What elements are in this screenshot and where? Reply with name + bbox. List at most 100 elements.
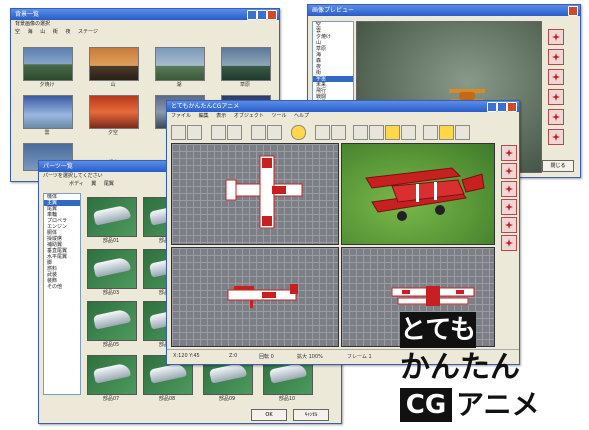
status-coords: X:120 Y:45 [173,353,200,359]
bg-thumb-1[interactable] [23,47,73,81]
bg-thumb-5[interactable] [23,95,73,129]
bg-thumb-6[interactable] [89,95,139,129]
menu-view[interactable]: 表示 [216,113,226,119]
bg-thumb-label-5: 雲 [44,130,50,136]
part-item-label: 部品07 [102,396,120,402]
rotate-down-icon[interactable] [548,49,564,65]
part-item[interactable] [87,355,137,395]
logo-line1-block: とても [400,312,476,348]
close-dialog-button[interactable]: 閉じる [542,160,574,172]
plane-side-view [227,284,298,308]
title-bar[interactable]: 画像プレビュー [308,5,580,16]
rotate-up-icon[interactable] [548,29,564,45]
rotate-right-icon[interactable] [548,89,564,105]
menu-file[interactable]: ファイル [171,113,191,119]
bg-thumb-label-3: 湖 [176,82,182,88]
subtitle: 背景画像の選択 [15,21,51,27]
logo-line2: かんたん [400,350,520,385]
minimize-button[interactable] [247,10,257,20]
status-zoom: 拡大 100% [297,354,323,360]
window-title: 背景一覧 [15,11,40,18]
zoom-out-icon[interactable] [548,129,564,145]
redo-icon[interactable] [227,125,242,140]
open-icon[interactable] [171,125,186,140]
tab-strip: 空 海 山 街 夜 ステージ [11,28,279,36]
tree-item[interactable]: その他 [44,284,80,290]
window-title: 画像プレビュー [312,7,355,14]
light-icon[interactable] [331,125,346,140]
viewport-perspective[interactable] [341,143,495,245]
view-side-icon[interactable] [501,181,517,197]
bg-thumb-label-6: 夕空 [107,130,118,136]
bg-thumb-4[interactable] [221,47,271,81]
rotate-left-icon[interactable] [548,69,564,85]
product-logo: とても かんたん CG アニメ [392,312,582,424]
window-title: とてもかんたんCGアニメ [171,103,240,110]
maximize-button[interactable] [497,102,507,112]
tab-city[interactable]: 街 [53,29,58,35]
title-bar[interactable]: 背景一覧 [11,9,279,20]
add-object-icon[interactable] [291,125,306,140]
bg-thumb-3[interactable] [155,47,205,81]
render-icon[interactable] [423,125,438,140]
tab-night[interactable]: 夜 [65,29,70,35]
bg-thumb-label-1: 夕焼け [39,82,55,88]
view-pan-icon[interactable] [501,235,517,251]
bg-thumb-2[interactable] [89,47,139,81]
plane-top-view [225,155,303,229]
maximize-button[interactable] [257,10,267,20]
tab-body[interactable]: ボディ [69,181,84,187]
minimize-button[interactable] [487,102,497,112]
tab-tail[interactable]: 尾翼 [104,181,114,187]
part-item-label: 部品10 [278,396,296,402]
tab-wing[interactable]: 翼 [91,181,96,187]
view-zoom-icon[interactable] [501,217,517,233]
part-item[interactable] [87,249,137,289]
tab-sky[interactable]: 空 [15,29,20,35]
view-rotate-icon[interactable] [501,199,517,215]
view-front-icon[interactable] [501,163,517,179]
menu-help[interactable]: ヘルプ [294,113,309,119]
logo-cg: CG [405,390,447,420]
menu-object[interactable]: オブジェクト [234,113,264,119]
close-button[interactable] [568,6,578,16]
ok-button[interactable]: OK [251,409,287,421]
part-item-label: 部品05 [102,342,120,348]
close-button[interactable] [507,102,517,112]
animation-icon[interactable] [455,125,470,140]
select-icon[interactable] [353,125,368,140]
save-icon[interactable] [187,125,202,140]
bg-thumb-label-4: 草原 [239,82,250,88]
viewport-top[interactable] [171,143,339,245]
tab-mountain[interactable]: 山 [40,29,45,35]
viewport-side[interactable] [171,247,339,347]
undo-icon[interactable] [211,125,226,140]
cancel-button[interactable]: ｷｬﾝｾﾙ [293,409,329,421]
bg-thumb-label-2: 山 [110,82,116,88]
close-button[interactable] [267,10,277,20]
tab-sea[interactable]: 海 [28,29,33,35]
rotate-icon[interactable] [267,125,282,140]
logo-line3: アニメ [456,388,540,421]
part-item[interactable] [87,301,137,341]
parts-tree[interactable]: 機体 主翼 尾翼 車輪 プロペラ エンジン 胴体 操縦席 補助翼 垂直尾翼 水平… [43,193,81,395]
view-top-icon[interactable] [501,145,517,161]
menu-edit[interactable]: 編集 [199,113,209,119]
material-icon[interactable] [439,125,454,140]
camera-icon[interactable] [315,125,330,140]
grid-icon[interactable] [401,125,416,140]
tab-stage[interactable]: ステージ [78,29,98,35]
part-item-label: 部品01 [102,238,120,244]
star-icon[interactable] [385,125,400,140]
scale-icon[interactable] [369,125,384,140]
biplane-render [365,167,485,221]
status-z: Z:0 [229,353,238,359]
part-item[interactable] [87,197,137,237]
status-frame: フレーム 1 [347,354,372,360]
menu-bar: ファイル 編集 表示 オブジェクト ツール ヘルプ [167,112,519,120]
title-bar[interactable]: とてもかんたんCGアニメ [167,101,519,112]
zoom-in-icon[interactable] [548,109,564,125]
part-item-label: 部品03 [102,290,120,296]
menu-tools[interactable]: ツール [271,113,286,119]
move-icon[interactable] [251,125,266,140]
